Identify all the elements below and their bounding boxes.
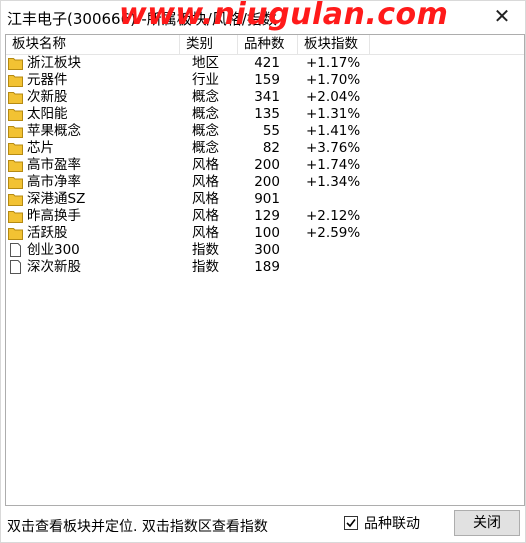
row-category: 指数: [192, 259, 219, 275]
list-header: 板块名称 类别 品种数 板块指数: [6, 35, 524, 55]
row-board-name: 浙江板块: [27, 55, 81, 71]
row-category: 风格: [192, 225, 219, 241]
table-row[interactable]: 太阳能 概念 135 +1.31%: [6, 106, 524, 123]
row-category: 风格: [192, 157, 219, 173]
folder-icon: [8, 56, 23, 70]
document-icon: [8, 243, 23, 257]
row-category: 行业: [192, 72, 219, 88]
row-index: +1.17%: [306, 55, 361, 71]
row-board-name: 太阳能: [27, 106, 68, 122]
board-list[interactable]: 板块名称 类别 品种数 板块指数 浙江板块 地区 421 +1.17% 元器件 行业 159…: [5, 34, 525, 506]
row-board-name: 元器件: [27, 72, 68, 88]
row-count: 341: [254, 89, 280, 105]
document-icon: [8, 260, 23, 274]
folder-icon: [8, 90, 23, 104]
row-count: 200: [254, 174, 280, 190]
row-board-name: 深港通SZ: [27, 191, 86, 207]
folder-icon: [8, 141, 23, 155]
folder-icon: [8, 124, 23, 138]
table-row[interactable]: 次新股 概念 341 +2.04%: [6, 89, 524, 106]
row-category: 地区: [192, 55, 219, 71]
close-button[interactable]: 关闭: [454, 510, 520, 536]
checkmark-icon: [346, 519, 356, 528]
row-board-name: 创业300: [27, 242, 80, 258]
row-board-name: 昨高换手: [27, 208, 81, 224]
row-count: 129: [254, 208, 280, 224]
row-index: +2.59%: [306, 225, 361, 241]
row-category: 概念: [192, 140, 219, 156]
folder-icon: [8, 209, 23, 223]
close-icon[interactable]: ✕: [491, 5, 513, 27]
row-count: 200: [254, 157, 280, 173]
folder-icon: [8, 175, 23, 189]
row-board-name: 活跃股: [27, 225, 68, 241]
row-count: 82: [262, 140, 280, 156]
row-category: 概念: [192, 89, 219, 105]
row-index: +2.12%: [306, 208, 361, 224]
table-row[interactable]: 元器件 行业 159 +1.70%: [6, 72, 524, 89]
row-index: +1.70%: [306, 72, 361, 88]
row-index: +1.41%: [306, 123, 361, 139]
row-category: 风格: [192, 191, 219, 207]
row-category: 概念: [192, 123, 219, 139]
row-count: 100: [254, 225, 280, 241]
folder-icon: [8, 226, 23, 240]
status-bar: 双击查看板块并定位. 双击指数区查看指数: [1, 506, 525, 542]
row-index: +1.34%: [306, 174, 361, 190]
row-count: 421: [254, 55, 280, 71]
row-board-name: 次新股: [27, 89, 68, 105]
folder-icon: [8, 73, 23, 87]
row-board-name: 苹果概念: [27, 123, 81, 139]
header-index[interactable]: 板块指数: [298, 35, 370, 54]
table-row[interactable]: 活跃股 风格 100 +2.59%: [6, 225, 524, 242]
row-count: 300: [254, 242, 280, 258]
table-row[interactable]: 深次新股 指数 189: [6, 259, 524, 276]
folder-icon: [8, 107, 23, 121]
row-count: 135: [254, 106, 280, 122]
table-row[interactable]: 昨高换手 风格 129 +2.12%: [6, 208, 524, 225]
row-index: +1.31%: [306, 106, 361, 122]
table-row[interactable]: 高市盈率 风格 200 +1.74%: [6, 157, 524, 174]
table-row[interactable]: 创业300 指数 300: [6, 242, 524, 259]
dialog-window: 江丰电子(300666)--所属板块/风格/指数 www.niugulan.co…: [0, 0, 526, 543]
row-board-name: 高市净率: [27, 174, 81, 190]
status-hint: 双击查看板块并定位. 双击指数区查看指数: [7, 519, 268, 535]
row-category: 概念: [192, 106, 219, 122]
row-count: 189: [254, 259, 280, 275]
row-board-name: 深次新股: [27, 259, 81, 275]
table-row[interactable]: 浙江板块 地区 421 +1.17%: [6, 55, 524, 72]
table-row[interactable]: 高市净率 风格 200 +1.34%: [6, 174, 524, 191]
row-category: 风格: [192, 208, 219, 224]
row-count: 55: [262, 123, 280, 139]
row-index: +3.76%: [306, 140, 361, 156]
row-count: 901: [254, 191, 280, 207]
folder-icon: [8, 158, 23, 172]
header-board-name[interactable]: 板块名称: [6, 35, 180, 54]
row-count: 159: [254, 72, 280, 88]
header-count[interactable]: 品种数: [238, 35, 298, 54]
link-checkbox-label[interactable]: 品种联动: [364, 513, 420, 533]
table-row[interactable]: 芯片 概念 82 +3.76%: [6, 140, 524, 157]
watermark-text: www.niugulan.com: [119, 0, 449, 32]
table-row[interactable]: 深港通SZ 风格 901: [6, 191, 524, 208]
row-board-name: 高市盈率: [27, 157, 81, 173]
row-category: 风格: [192, 174, 219, 190]
row-index: +1.74%: [306, 157, 361, 173]
row-board-name: 芯片: [27, 140, 54, 156]
row-category: 指数: [192, 242, 219, 258]
header-category[interactable]: 类别: [180, 35, 238, 54]
title-bar: 江丰电子(300666)--所属板块/风格/指数 www.niugulan.co…: [1, 0, 525, 33]
table-row[interactable]: 苹果概念 概念 55 +1.41%: [6, 123, 524, 140]
row-index: +2.04%: [306, 89, 361, 105]
link-checkbox[interactable]: [344, 516, 358, 530]
folder-icon: [8, 192, 23, 206]
